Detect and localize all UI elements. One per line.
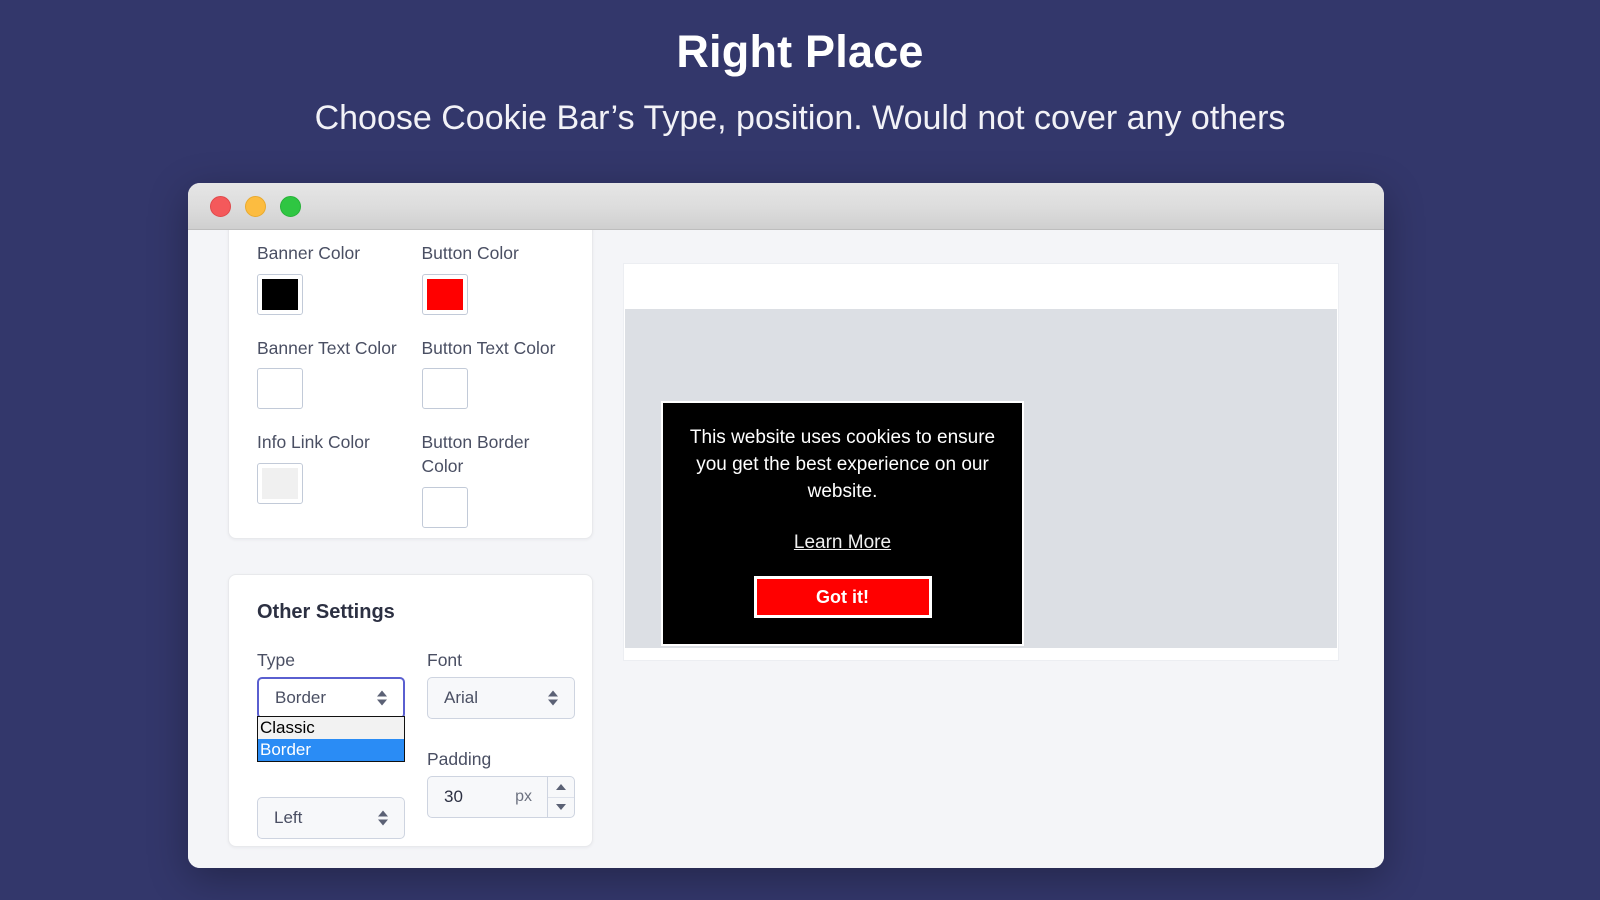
font-label: Font xyxy=(427,650,463,670)
window-maximize-button[interactable] xyxy=(280,195,301,217)
banner-text-color-swatch[interactable] xyxy=(257,368,303,410)
website-preview-mock: This website uses cookies to ensure you … xyxy=(623,263,1339,661)
color-field-banner-text-color: Banner Text Color xyxy=(257,337,400,432)
button-border-color-swatch[interactable] xyxy=(421,486,468,528)
type-label: Type xyxy=(257,650,295,670)
other-settings-card: Other Settings Type Border Classic Borde… xyxy=(228,574,593,847)
padding-label: Padding xyxy=(427,749,492,769)
page-title: Right Place xyxy=(676,26,924,77)
swatch-fill xyxy=(426,278,463,310)
font-select[interactable]: Arial xyxy=(427,677,575,719)
select-chevrons-icon xyxy=(378,810,388,826)
other-settings-grid: Type Border Classic Border Font Arial Le… xyxy=(257,650,575,857)
setting-field-type: Type Border Classic Border xyxy=(257,650,405,762)
page-subtitle: Choose Cookie Bar’s Type, position. Woul… xyxy=(314,98,1286,137)
color-field-banner-color: Banner Color xyxy=(257,242,400,337)
type-select-value: Border xyxy=(275,688,327,707)
swatch-fill xyxy=(426,373,463,405)
position-select[interactable]: Left xyxy=(257,797,405,839)
cookie-learn-more-link[interactable]: Learn More xyxy=(794,532,891,554)
swatch-fill xyxy=(262,373,298,405)
field-label: Info Link Color xyxy=(257,432,370,453)
padding-unit: px xyxy=(515,788,532,805)
type-dropdown-list[interactable]: Classic Border xyxy=(257,716,405,762)
setting-field-position: Left xyxy=(257,749,405,857)
field-label: Button Text Color xyxy=(421,337,556,358)
button-text-color-swatch[interactable] xyxy=(421,368,468,410)
padding-value: 30 xyxy=(444,787,463,806)
window-close-button[interactable] xyxy=(210,195,231,217)
banner-color-swatch[interactable] xyxy=(257,273,303,315)
padding-input[interactable]: 30 px xyxy=(427,776,575,818)
field-label: Banner Color xyxy=(257,243,361,263)
other-settings-heading: Other Settings xyxy=(257,601,395,623)
colors-settings-card: Banner Color Button Color Banner Text Co… xyxy=(228,230,593,539)
preview-site-topbar xyxy=(624,264,1338,309)
info-link-color-swatch[interactable] xyxy=(257,462,303,504)
field-label: Button Border Color xyxy=(421,432,530,476)
field-label: Button Color xyxy=(421,243,519,263)
swatch-fill xyxy=(426,491,463,523)
swatch-fill xyxy=(262,278,298,310)
color-field-button-text-color: Button Text Color xyxy=(421,337,565,432)
color-field-button-color: Button Color xyxy=(421,242,565,337)
type-option-classic[interactable]: Classic xyxy=(258,717,404,739)
color-field-info-link-color: Info Link Color xyxy=(257,431,400,549)
padding-stepper[interactable] xyxy=(547,777,574,817)
cookie-banner-preview[interactable]: This website uses cookies to ensure you … xyxy=(661,401,1024,646)
preview-site-content: This website uses cookies to ensure you … xyxy=(625,309,1337,648)
preview-pane: This website uses cookies to ensure you … xyxy=(593,230,1384,868)
field-label: Banner Text Color xyxy=(257,337,397,358)
window-minimize-button[interactable] xyxy=(245,195,266,217)
window-titlebar xyxy=(188,183,1384,230)
type-select[interactable]: Border xyxy=(257,677,405,719)
swatch-fill xyxy=(262,467,298,499)
color-field-grid: Banner Color Button Color Banner Text Co… xyxy=(257,242,564,550)
select-chevrons-icon xyxy=(377,690,387,706)
setting-field-font: Font Arial xyxy=(427,650,575,737)
position-select-value: Left xyxy=(274,808,303,827)
cookie-banner-text: This website uses cookies to ensure you … xyxy=(689,427,996,502)
page-header: Right Place Choose Cookie Bar’s Type, po… xyxy=(0,0,1600,139)
browser-window-mockup: Banner Color Button Color Banner Text Co… xyxy=(188,183,1384,868)
button-color-swatch[interactable] xyxy=(421,273,468,315)
padding-decrement-button[interactable] xyxy=(548,796,574,818)
settings-column: Banner Color Button Color Banner Text Co… xyxy=(188,230,593,868)
font-select-value: Arial xyxy=(444,688,479,707)
color-field-button-border-color: Button Border Color xyxy=(421,431,565,549)
window-body: Banner Color Button Color Banner Text Co… xyxy=(188,230,1384,868)
padding-increment-button[interactable] xyxy=(548,777,574,797)
cookie-accept-button[interactable]: Got it! xyxy=(753,575,932,618)
select-chevrons-icon xyxy=(548,690,558,706)
setting-field-padding: Padding 30 px xyxy=(427,749,575,857)
type-option-border[interactable]: Border xyxy=(258,739,404,761)
